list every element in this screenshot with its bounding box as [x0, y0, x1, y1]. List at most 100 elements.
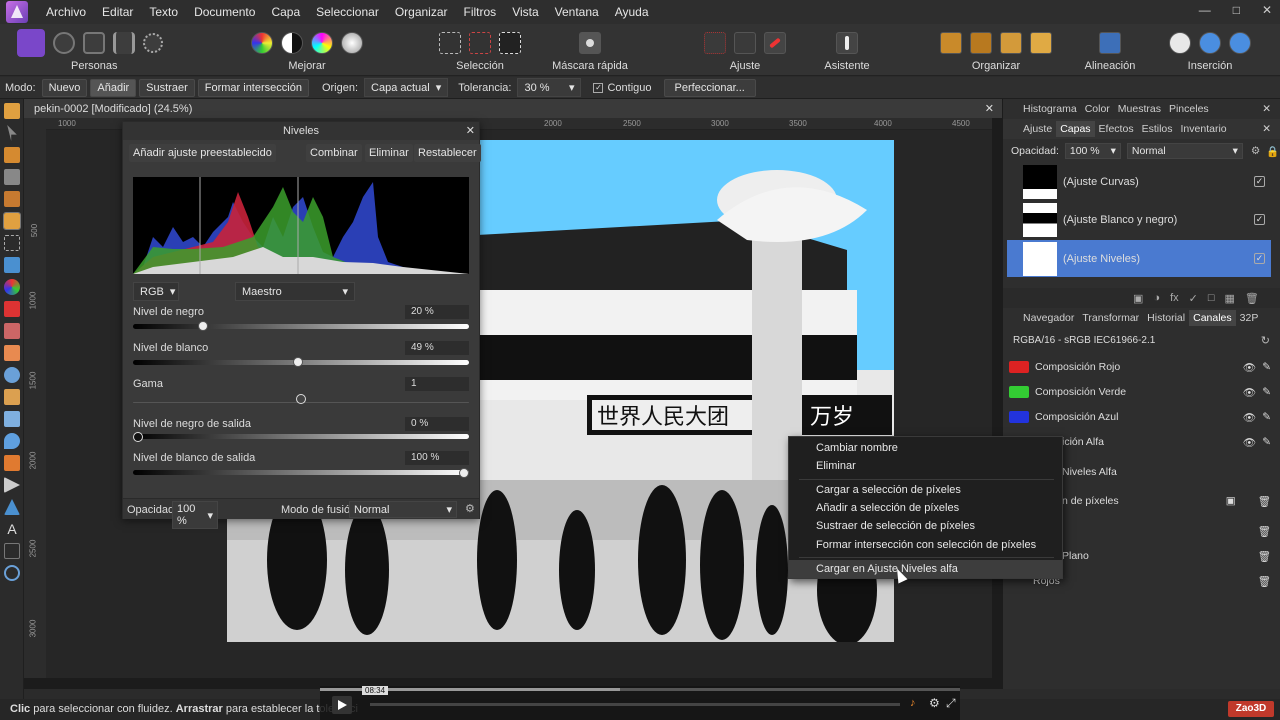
view-tool-icon[interactable] [4, 103, 20, 119]
tab-historial[interactable]: Historial [1143, 310, 1189, 326]
mask-icon[interactable]: ▣ [1226, 495, 1236, 507]
flood-select-tool-icon[interactable] [3, 212, 21, 230]
color-picker-tool-icon[interactable] [4, 147, 20, 163]
clone-tool-icon[interactable] [4, 389, 20, 405]
mode-subtract-button[interactable]: Sustraer [139, 78, 195, 97]
pen-tool-icon[interactable] [4, 477, 20, 493]
insert-inside-icon[interactable] [1169, 32, 1191, 54]
move-to-back-icon[interactable] [940, 32, 962, 54]
layer-blend-select[interactable]: Normal ▾ [1126, 143, 1243, 159]
eye-icon[interactable]: 👁 [1243, 361, 1256, 374]
tab-ajuste[interactable]: Ajuste [1019, 121, 1056, 137]
selection-brush-tool-icon[interactable] [4, 191, 20, 207]
black-level-knob[interactable] [198, 321, 208, 331]
menu-item-rename[interactable]: Cambiar nombre [789, 439, 1062, 457]
menu-item-add-selection[interactable]: Añadir a selección de píxeles [789, 499, 1062, 517]
eye-icon[interactable]: 👁 [1243, 436, 1256, 449]
mask-icon[interactable]: ▣ [1133, 292, 1143, 305]
eye-icon[interactable]: 👁 [1243, 411, 1256, 424]
gear-icon[interactable]: ⚙ [929, 696, 940, 710]
trash-icon[interactable]: 🗑 [1258, 525, 1271, 538]
liquify-persona-icon[interactable] [53, 32, 75, 54]
fx-icon[interactable]: fx [1170, 292, 1179, 304]
tab-canales[interactable]: Canales [1189, 310, 1236, 326]
check-icon[interactable]: ✓ [1254, 176, 1265, 187]
trash-icon[interactable]: 🗑 [1258, 550, 1271, 563]
add-layer-icon[interactable]: ▦ [1225, 292, 1235, 305]
folder-icon[interactable]: □ [1208, 292, 1215, 304]
menu-organizar[interactable]: Organizar [387, 0, 456, 24]
menu-vista[interactable]: Vista [504, 0, 546, 24]
assistant-icon[interactable] [836, 32, 858, 54]
black-level-value[interactable]: 20 % [405, 305, 469, 319]
tab-inventario[interactable]: Inventario [1177, 121, 1231, 137]
black-level-slider[interactable] [133, 324, 469, 329]
paint-brush-tool-icon[interactable] [4, 301, 20, 317]
menu-archivo[interactable]: Archivo [38, 0, 94, 24]
insert-top-icon[interactable] [1229, 32, 1251, 54]
tab-efectos[interactable]: Efectos [1095, 121, 1138, 137]
menu-ayuda[interactable]: Ayuda [607, 0, 657, 24]
tab-histograma[interactable]: Histograma [1019, 101, 1081, 117]
dodge-tool-icon[interactable] [4, 367, 20, 383]
volume-icon[interactable]: ♪ [910, 697, 916, 709]
refresh-icon[interactable]: ↻ [1261, 334, 1270, 347]
layer-opacity-field[interactable]: 100 % ▾ [1064, 143, 1121, 159]
pencil-icon[interactable]: ✎ [1262, 361, 1271, 373]
select-all-icon[interactable] [439, 32, 461, 54]
marquee-tool-icon[interactable] [4, 235, 20, 251]
move-back-icon[interactable] [970, 32, 992, 54]
trash-icon[interactable]: 🗑 [1258, 575, 1271, 588]
white-level-value[interactable]: 49 % [405, 341, 469, 355]
maximize-icon[interactable]: □ [1233, 3, 1240, 17]
text-tool-icon[interactable]: A [4, 521, 20, 537]
auto-colors-icon[interactable] [311, 32, 333, 54]
menu-item-intersect-selection[interactable]: Formar intersección con selección de píx… [789, 536, 1062, 554]
menu-seleccionar[interactable]: Seleccionar [308, 0, 387, 24]
mesh-tool-icon[interactable] [4, 543, 20, 559]
gear-icon[interactable]: ⚙ [1251, 145, 1260, 157]
brush-icon[interactable]: ✓ [1189, 292, 1198, 305]
insert-behind-icon[interactable] [1199, 32, 1221, 54]
origin-select[interactable]: Capa actual ▾ [364, 78, 449, 97]
inpainting-tool-icon[interactable] [4, 411, 20, 427]
play-button[interactable] [332, 696, 352, 714]
red-eye-icon[interactable] [764, 32, 786, 54]
tab-color[interactable]: Color [1081, 101, 1114, 117]
gamma-value[interactable]: 1 [405, 377, 469, 391]
merge-button[interactable]: Combinar [306, 144, 362, 162]
output-black-slider[interactable] [133, 434, 469, 439]
video-progress-track[interactable] [320, 688, 960, 691]
output-black-knob[interactable] [133, 432, 143, 442]
mode-new-button[interactable]: Nuevo [41, 78, 88, 97]
gear-icon[interactable]: ⚙ [465, 502, 475, 515]
tab-estilos[interactable]: Estilos [1138, 121, 1177, 137]
auto-white-balance-icon[interactable] [341, 32, 363, 54]
move-forward-icon[interactable] [1000, 32, 1022, 54]
opacity-field[interactable]: 100 % ▾ [172, 501, 218, 529]
mode-add-button[interactable]: Añadir [90, 78, 137, 97]
color-replace-tool-icon[interactable] [4, 323, 20, 339]
mode-intersect-button[interactable]: Formar intersección [197, 78, 309, 97]
gradient-tool-icon[interactable] [4, 279, 20, 295]
tab-navegador[interactable]: Navegador [1019, 310, 1078, 326]
tab-muestras[interactable]: Muestras [1114, 101, 1165, 117]
blur-tool-icon[interactable] [4, 433, 20, 449]
menu-item-load-selection[interactable]: Cargar a selección de píxeles [789, 481, 1062, 499]
lock-icon[interactable]: 🔒 [1266, 145, 1279, 158]
output-black-value[interactable]: 0 % [405, 417, 469, 431]
gamma-knob[interactable] [296, 394, 306, 404]
master-select[interactable]: Maestro ▾ [235, 282, 355, 301]
move-tool-icon[interactable] [7, 125, 17, 141]
trash-icon[interactable]: 🗑 [1245, 292, 1259, 305]
tab-transformar[interactable]: Transformar [1078, 310, 1143, 326]
delete-button[interactable]: Eliminar [365, 144, 413, 162]
close-icon[interactable]: ✕ [1262, 3, 1272, 17]
menu-ventana[interactable]: Ventana [547, 0, 607, 24]
menu-capa[interactable]: Capa [263, 0, 308, 24]
zoom-tool-icon[interactable] [4, 565, 20, 581]
layer-row[interactable]: (Ajuste Blanco y negro) ✓ [1007, 201, 1271, 238]
tolerance-field[interactable]: 30 % ▾ [517, 78, 582, 97]
develop-persona-icon[interactable] [83, 32, 105, 54]
document-tab[interactable]: pekin-0002 [Modificado] (24.5%) ✕ [24, 99, 1002, 118]
